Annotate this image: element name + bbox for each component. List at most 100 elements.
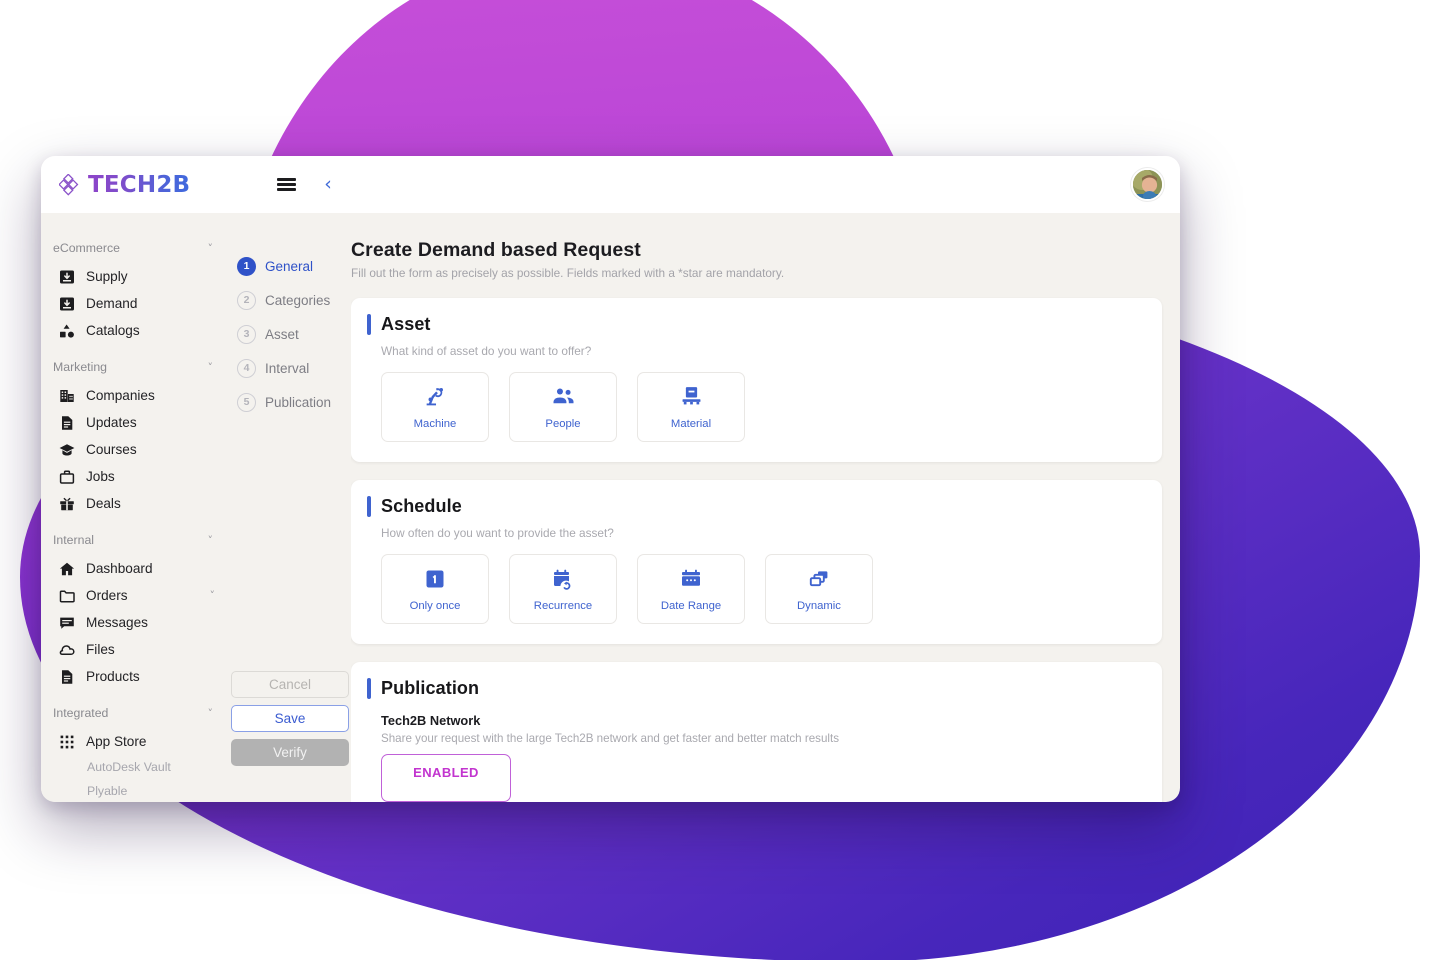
brand-name: TECH2B bbox=[88, 171, 191, 198]
robot-arm-icon bbox=[423, 384, 448, 409]
window-body: eCommerce ˅ Supply Demand Catalogs Marke… bbox=[41, 213, 1180, 802]
step-label: General bbox=[265, 258, 314, 274]
sidebar-item-jobs[interactable]: Jobs bbox=[41, 463, 229, 490]
sidebar-item-orders[interactable]: Orders ˅ bbox=[41, 582, 229, 609]
asset-option-material[interactable]: Material bbox=[637, 372, 745, 442]
sidebar-subitem-plyable[interactable]: Plyable bbox=[41, 779, 229, 802]
step-label: Asset bbox=[265, 326, 299, 342]
schedule-option-only-once[interactable]: Only once bbox=[381, 554, 489, 624]
section-heading: Asset bbox=[381, 314, 431, 334]
chevron-left-icon[interactable]: ‹ bbox=[313, 170, 343, 200]
sidebar-item-supply[interactable]: Supply bbox=[41, 263, 229, 290]
sidebar: eCommerce ˅ Supply Demand Catalogs Marke… bbox=[41, 213, 229, 802]
pallet-box-icon bbox=[679, 384, 704, 409]
layers-stack-icon bbox=[807, 567, 831, 591]
sidebar-item-files[interactable]: Files bbox=[41, 636, 229, 663]
step-label: Categories bbox=[265, 292, 331, 308]
verify-button[interactable]: Verify bbox=[231, 739, 349, 766]
asset-option-machine[interactable]: Machine bbox=[381, 372, 489, 442]
asset-option-label: Machine bbox=[413, 418, 457, 430]
section-heading: Schedule bbox=[381, 496, 462, 516]
schedule-question: How often do you want to provide the ass… bbox=[381, 526, 614, 540]
sidebar-item-label: App Store bbox=[86, 734, 147, 749]
document-icon bbox=[59, 669, 75, 685]
user-avatar[interactable] bbox=[1131, 168, 1164, 201]
nav-group-internal: Internal ˅ Dashboard Orders ˅ Messages F… bbox=[41, 521, 229, 690]
sidebar-item-app-store[interactable]: App Store bbox=[41, 728, 229, 755]
schedule-option-label: Date Range bbox=[660, 599, 722, 612]
step-number: 3 bbox=[237, 324, 256, 344]
publication-card: Publication Tech2B Network Share your re… bbox=[351, 662, 1162, 802]
sidebar-item-label: Dashboard bbox=[86, 561, 153, 576]
sidebar-item-label: Jobs bbox=[86, 469, 115, 484]
sidebar-item-label: Supply bbox=[86, 269, 128, 284]
asset-option-label: Material bbox=[670, 418, 712, 430]
step-categories[interactable]: 2 Categories bbox=[229, 283, 351, 317]
step-label: Interval bbox=[265, 360, 310, 376]
section-heading: Publication bbox=[381, 678, 480, 698]
inbox-down-icon bbox=[59, 296, 75, 312]
sidebar-item-deals[interactable]: Deals bbox=[41, 490, 229, 517]
sidebar-item-products[interactable]: Products bbox=[41, 663, 229, 690]
brand-logo[interactable]: TECH2B bbox=[57, 172, 231, 198]
step-interval[interactable]: 4 Interval bbox=[229, 351, 351, 385]
asset-option-people[interactable]: People bbox=[509, 372, 617, 442]
step-number: 4 bbox=[237, 358, 256, 378]
schedule-option-dynamic[interactable]: Dynamic bbox=[765, 554, 873, 624]
chevron-down-icon: ˅ bbox=[207, 241, 214, 255]
calendar-repeat-icon bbox=[551, 567, 575, 591]
schedule-option-recurrence[interactable]: Recurrence bbox=[509, 554, 617, 624]
nav-group-header[interactable]: Integrated ˅ bbox=[41, 694, 229, 728]
sidebar-item-courses[interactable]: Courses bbox=[41, 436, 229, 463]
sidebar-item-messages[interactable]: Messages bbox=[41, 609, 229, 636]
sidebar-item-updates[interactable]: Updates bbox=[41, 409, 229, 436]
step-general[interactable]: 1 General bbox=[229, 249, 351, 283]
section-accent-bar bbox=[367, 314, 371, 335]
document-icon bbox=[59, 415, 75, 431]
sidebar-item-demand[interactable]: Demand bbox=[41, 290, 229, 317]
nav-group-label: Internal bbox=[53, 533, 95, 547]
page-subtitle: Fill out the form as precisely as possib… bbox=[351, 266, 785, 280]
network-name: Tech2B Network bbox=[381, 713, 481, 728]
briefcase-icon bbox=[59, 469, 75, 485]
nav-group-header[interactable]: Internal ˅ bbox=[41, 521, 229, 555]
sidebar-item-label: Orders bbox=[86, 588, 128, 603]
nav-group-ecommerce: eCommerce ˅ Supply Demand Catalogs bbox=[41, 229, 229, 344]
nav-group-label: Marketing bbox=[53, 360, 107, 374]
main-content: Create Demand based Request Fill out the… bbox=[351, 213, 1180, 802]
step-publication[interactable]: 5 Publication bbox=[229, 385, 351, 419]
inbox-down-icon bbox=[59, 269, 75, 285]
sidebar-item-label: Deals bbox=[86, 496, 121, 511]
nav-group-header[interactable]: eCommerce ˅ bbox=[41, 229, 229, 263]
wizard-stepper-column: 1 General 2 Categories 3 Asset 4 Interva… bbox=[229, 213, 351, 802]
sidebar-item-label: Files bbox=[86, 642, 115, 657]
save-button[interactable]: Save bbox=[231, 705, 349, 732]
form-actions: Cancel Save Verify bbox=[231, 671, 349, 766]
chat-icon bbox=[59, 615, 75, 631]
network-toggle[interactable]: ENABLED bbox=[381, 754, 511, 802]
sidebar-item-dashboard[interactable]: Dashboard bbox=[41, 555, 229, 582]
step-asset[interactable]: 3 Asset bbox=[229, 317, 351, 351]
sidebar-item-label: Products bbox=[86, 669, 140, 684]
nav-group-header[interactable]: Marketing ˅ bbox=[41, 348, 229, 382]
people-group-icon bbox=[551, 384, 576, 409]
sidebar-subitem-autodesk-vault[interactable]: AutoDesk Vault bbox=[41, 755, 229, 779]
sidebar-item-catalogs[interactable]: Catalogs bbox=[41, 317, 229, 344]
step-label: Publication bbox=[265, 394, 332, 410]
asset-option-label: People bbox=[545, 418, 581, 430]
sidebar-item-companies[interactable]: Companies bbox=[41, 382, 229, 409]
step-number: 1 bbox=[237, 256, 256, 276]
network-description: Share your request with the large Tech2B… bbox=[381, 732, 839, 745]
schedule-section-title: Schedule bbox=[367, 496, 1144, 517]
cancel-button[interactable]: Cancel bbox=[231, 671, 349, 698]
chevron-down-icon[interactable]: ˅ bbox=[210, 589, 216, 602]
folder-icon bbox=[59, 588, 75, 604]
sidebar-item-label: Messages bbox=[86, 615, 148, 630]
cloud-icon bbox=[59, 642, 75, 658]
step-number: 2 bbox=[237, 290, 256, 310]
sidebar-item-label: Demand bbox=[86, 296, 138, 311]
schedule-option-label: Dynamic bbox=[797, 599, 841, 612]
graduation-cap-icon bbox=[59, 442, 75, 458]
hamburger-icon[interactable] bbox=[271, 170, 301, 200]
schedule-option-date-range[interactable]: Date Range bbox=[637, 554, 745, 624]
